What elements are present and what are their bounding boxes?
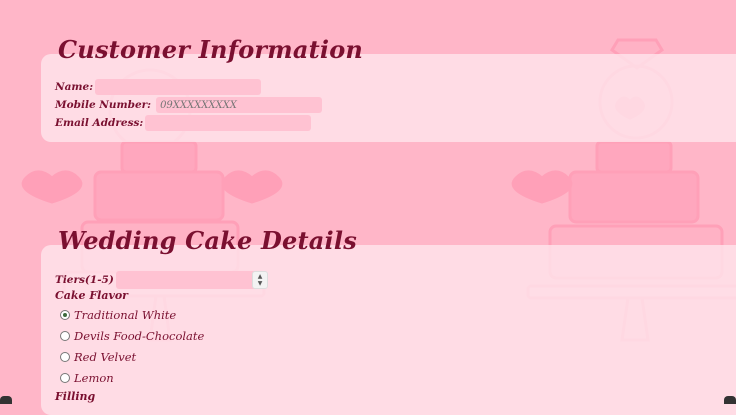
mobile-number-label: Mobile Number: <box>55 99 152 111</box>
flavor-option-devils-food[interactable]: Devils Food-Chocolate <box>60 329 204 343</box>
mobile-number-input[interactable] <box>156 97 323 113</box>
chevron-down-icon[interactable]: ▼ <box>258 280 263 287</box>
flavor-option-red-velvet[interactable]: Red Velvet <box>60 350 136 364</box>
tiers-spinner[interactable]: ▲ ▼ <box>252 271 268 289</box>
flavor-option-label: Traditional White <box>74 308 177 322</box>
tiers-label: Tiers(1-5) <box>55 274 114 286</box>
mobile-row: Mobile Number: <box>55 97 323 113</box>
cake-flavor-label: Cake Flavor <box>55 289 128 302</box>
chevron-up-icon[interactable]: ▲ <box>258 273 263 280</box>
radio-button[interactable] <box>60 310 70 320</box>
filling-label: Filling <box>55 390 96 403</box>
name-input[interactable] <box>95 79 262 95</box>
flavor-option-traditional-white[interactable]: Traditional White <box>60 308 176 322</box>
radio-button[interactable] <box>60 352 70 362</box>
email-row: Email Address: <box>55 115 312 131</box>
flavor-option-label: Lemon <box>74 371 114 385</box>
email-address-label: Email Address: <box>55 117 144 129</box>
window-corner-right <box>724 396 736 404</box>
email-address-input[interactable] <box>145 115 312 131</box>
tiers-row: Tiers(1-5) <box>55 271 263 289</box>
window-corner-left <box>0 396 12 404</box>
wedding-cake-details-heading: Wedding Cake Details <box>58 226 357 255</box>
tiers-number-input[interactable] <box>115 271 263 289</box>
name-label: Name: <box>55 81 94 93</box>
flavor-option-label: Red Velvet <box>74 350 137 364</box>
radio-button[interactable] <box>60 331 70 341</box>
flavor-option-label: Devils Food-Chocolate <box>74 329 205 343</box>
radio-button[interactable] <box>60 373 70 383</box>
flavor-option-lemon[interactable]: Lemon <box>60 371 114 385</box>
customer-information-heading: Customer Information <box>58 35 364 64</box>
name-row: Name: <box>55 79 262 95</box>
